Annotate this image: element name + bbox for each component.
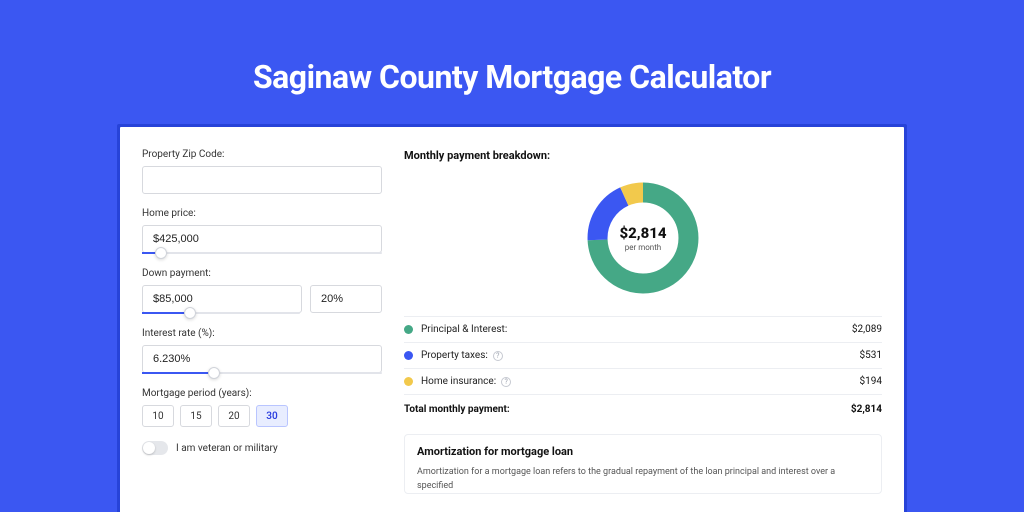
total-value: $2,814 — [851, 404, 882, 415]
period-option-10[interactable]: 10 — [142, 405, 174, 427]
calculator-card-frame: Property Zip Code: Home price: Down paym… — [117, 124, 907, 512]
down-payment-slider-fill — [142, 312, 190, 314]
donut-sub: per month — [625, 243, 661, 252]
total-label: Total monthly payment: — [404, 404, 510, 415]
home-price-label: Home price: — [142, 208, 382, 219]
down-payment-amount-input[interactable] — [142, 285, 302, 313]
breakdown-heading: Monthly payment breakdown: — [404, 149, 882, 162]
legend-row-insurance: Home insurance: ? $194 — [404, 368, 882, 394]
down-payment-slider-thumb[interactable] — [184, 307, 196, 319]
zip-input[interactable] — [142, 166, 382, 194]
home-price-input[interactable] — [142, 225, 382, 253]
amortization-title: Amortization for mortgage loan — [417, 445, 869, 458]
legend-value: $2,089 — [852, 324, 882, 335]
legend-value: $194 — [860, 376, 882, 387]
donut-chart: $2,814 per month — [583, 178, 703, 298]
field-veteran: I am veteran or military — [142, 441, 382, 455]
info-icon[interactable]: ? — [493, 351, 503, 361]
down-payment-percent-input[interactable] — [310, 285, 382, 313]
interest-input[interactable] — [142, 345, 382, 373]
field-home-price: Home price: — [142, 208, 382, 254]
down-payment-label: Down payment: — [142, 268, 382, 279]
dot-icon — [404, 377, 413, 386]
donut-amount: $2,814 — [619, 224, 666, 242]
legend-label: Home insurance: — [421, 376, 496, 387]
period-option-20[interactable]: 20 — [218, 405, 250, 427]
donut-center: $2,814 per month — [583, 178, 703, 298]
field-period: Mortgage period (years): 10 15 20 30 — [142, 388, 382, 427]
field-zip: Property Zip Code: — [142, 149, 382, 194]
amortization-card: Amortization for mortgage loan Amortizat… — [404, 434, 882, 494]
results-panel: Monthly payment breakdown: $2,814 per mo… — [404, 149, 882, 512]
legend-row-principal: Principal & Interest: $2,089 — [404, 316, 882, 342]
legend-row-total: Total monthly payment: $2,814 — [404, 394, 882, 422]
form-panel: Property Zip Code: Home price: Down paym… — [142, 149, 382, 512]
period-option-15[interactable]: 15 — [180, 405, 212, 427]
period-options: 10 15 20 30 — [142, 405, 382, 427]
interest-slider-fill — [142, 372, 214, 374]
amortization-body: Amortization for a mortgage loan refers … — [417, 466, 869, 493]
interest-slider-thumb[interactable] — [208, 367, 220, 379]
period-option-30[interactable]: 30 — [256, 405, 288, 427]
field-interest: Interest rate (%): — [142, 328, 382, 374]
dot-icon — [404, 325, 413, 334]
dot-icon — [404, 351, 413, 360]
legend-value: $531 — [860, 350, 882, 361]
interest-slider[interactable] — [142, 372, 382, 374]
donut-area: $2,814 per month — [404, 172, 882, 316]
info-icon[interactable]: ? — [501, 377, 511, 387]
home-price-slider[interactable] — [142, 252, 382, 254]
home-price-slider-thumb[interactable] — [155, 247, 167, 259]
legend-row-taxes: Property taxes: ? $531 — [404, 342, 882, 368]
zip-label: Property Zip Code: — [142, 149, 382, 160]
veteran-toggle[interactable] — [142, 441, 168, 455]
page-title: Saginaw County Mortgage Calculator — [0, 0, 1024, 96]
down-payment-slider[interactable] — [142, 312, 300, 314]
calculator-card: Property Zip Code: Home price: Down paym… — [120, 127, 904, 512]
legend-label: Property taxes: — [421, 350, 488, 361]
veteran-label: I am veteran or military — [176, 443, 278, 454]
field-down-payment: Down payment: — [142, 268, 382, 314]
interest-label: Interest rate (%): — [142, 328, 382, 339]
legend-label: Principal & Interest: — [421, 324, 507, 335]
period-label: Mortgage period (years): — [142, 388, 382, 399]
